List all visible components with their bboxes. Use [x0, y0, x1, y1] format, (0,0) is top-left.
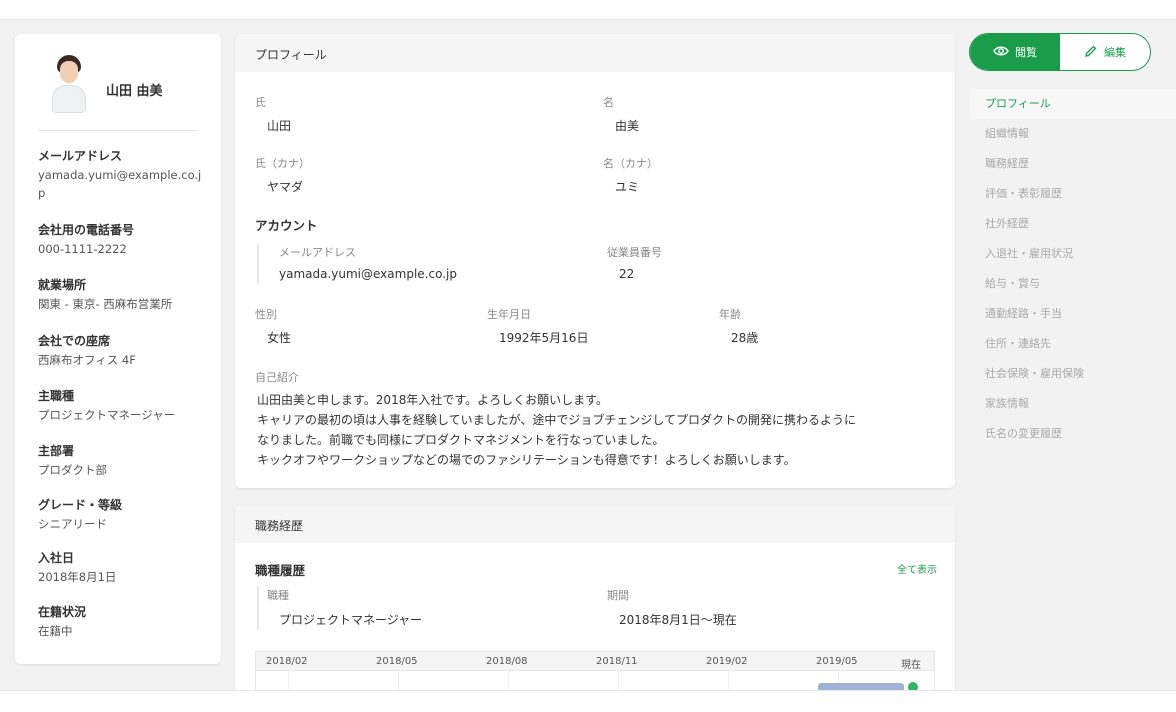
timeline-tick: 2018/11: [596, 656, 638, 667]
profile-card: プロフィール 氏 山田 名 由美 氏（カナ） ヤマダ 名（カナ） ユミ アカウン…: [235, 34, 955, 488]
employee-number-label: 従業員番号: [607, 246, 662, 259]
self-intro-label: 自己紹介: [255, 371, 299, 384]
email-value: yamada.yumi@example.co.jp: [279, 267, 457, 281]
gender-value: 女性: [267, 331, 292, 345]
field-main-job: 主職種 プロジェクトマネージャー: [38, 388, 208, 424]
first-name-value: 由美: [615, 119, 640, 133]
timeline-tick: 現在: [901, 660, 921, 671]
field-seat: 会社での座席 西麻布オフィス 4F: [38, 333, 208, 369]
eye-icon: [993, 45, 1009, 60]
last-name-label: 氏: [255, 96, 266, 109]
account-indent-line: [257, 244, 259, 284]
career-card: 職務経歴 職種履歴 全て表示 職種 プロジェクトマネージャー 期間 2018年8…: [235, 505, 955, 695]
birthday-label: 生年月日: [487, 308, 531, 321]
birthday-value: 1992年5月16日: [499, 331, 589, 345]
email-label: メールアドレス: [279, 246, 356, 259]
self-intro-line: なりました。前職でも同様にプロダクトマネジメントを行なっていました。: [257, 433, 665, 447]
nav-item-evaluation[interactable]: 評価・表彰履歴: [970, 179, 1176, 209]
career-card-header: 職務経歴: [235, 505, 955, 543]
job-value: プロジェクトマネージャー: [279, 613, 423, 627]
field-main-department: 主部署 プロダクト部: [38, 443, 208, 479]
field-value: プロジェクトマネージャー: [38, 408, 176, 422]
field-value: シニアリード: [38, 517, 107, 531]
pencil-icon: [1084, 44, 1098, 61]
timeline-tick: 2018/05: [376, 656, 418, 667]
self-intro-line: キャリアの最初の頃は人事を経験していましたが、途中でジョブチェンジしてプロダクト…: [257, 413, 857, 427]
field-join-date: 入社日 2018年8月1日: [38, 550, 208, 586]
field-email: メールアドレス yamada.yumi@example.co.jp: [38, 148, 208, 202]
nav-item-family[interactable]: 家族情報: [970, 389, 1176, 419]
field-grade: グレード・等級 シニアリード: [38, 497, 208, 533]
timeline-tick: 2018/08: [486, 656, 528, 667]
job-history-title: 職種履歴: [255, 563, 306, 578]
employee-number-value: 22: [619, 267, 635, 281]
first-kana-label: 名（カナ）: [603, 157, 658, 170]
age-label: 年齢: [719, 308, 741, 321]
nav-item-profile[interactable]: プロフィール: [970, 89, 1176, 119]
bottom-bar: [0, 690, 1176, 712]
self-intro-text: 山田由美と申します。2018年入社です。よろしくお願いします。 キャリアの最初の…: [257, 390, 947, 470]
self-intro-line: キックオフやワークショップなどの場でのファシリテーションも得意です！よろしくお願…: [257, 453, 796, 467]
avatar: [48, 55, 90, 113]
field-value: yamada.yumi@example.co.jp: [38, 168, 202, 200]
field-label: 在籍状況: [38, 605, 87, 619]
field-status: 在籍状況 在籍中: [38, 604, 208, 640]
last-kana-label: 氏（カナ）: [255, 157, 310, 170]
timeline-tick: 2019/05: [816, 656, 858, 667]
field-value: 関東 - 東京- 西麻布営業所: [38, 297, 173, 311]
account-section-title: アカウント: [255, 218, 318, 233]
timeline-tick: 2019/02: [706, 656, 748, 667]
nav-item-name-history[interactable]: 氏名の変更履歴: [970, 419, 1176, 449]
top-bar: [0, 0, 1176, 20]
field-label: 就業場所: [38, 278, 87, 292]
field-label: 主部署: [38, 444, 75, 458]
last-name-value: 山田: [267, 119, 292, 133]
field-label: 会社用の電話番号: [38, 223, 135, 237]
field-phone: 会社用の電話番号 000-1111-2222: [38, 222, 208, 258]
job-indent-line: [257, 587, 259, 629]
nav-item-address[interactable]: 住所・連絡先: [970, 329, 1176, 359]
view-edit-toggle: 閲覧 編集: [969, 33, 1151, 71]
field-workplace: 就業場所 関東 - 東京- 西麻布営業所: [38, 277, 208, 313]
nav-item-insurance[interactable]: 社会保険・雇用保険: [970, 359, 1176, 389]
job-label: 職種: [267, 589, 289, 602]
field-value: 西麻布オフィス 4F: [38, 353, 136, 367]
first-name-label: 名: [603, 96, 614, 109]
nav-item-employment[interactable]: 入退社・雇用状況: [970, 239, 1176, 269]
self-intro-line: 山田由美と申します。2018年入社です。よろしくお願いします。: [257, 393, 608, 407]
profile-card-header: プロフィール: [235, 34, 955, 72]
gender-label: 性別: [255, 308, 277, 321]
field-value: 在籍中: [38, 624, 73, 638]
field-value: 2018年8月1日: [38, 570, 117, 584]
nav-item-commute[interactable]: 通勤経路・手当: [970, 299, 1176, 329]
period-value: 2018年8月1日〜現在: [619, 613, 737, 627]
age-value: 28歳: [731, 331, 759, 345]
field-value: プロダクト部: [38, 463, 107, 477]
nav-item-career[interactable]: 職務経歴: [970, 149, 1176, 179]
field-value: 000-1111-2222: [38, 242, 127, 256]
nav-item-external-career[interactable]: 社外経歴: [970, 209, 1176, 239]
edit-mode-button[interactable]: 編集: [1060, 34, 1150, 70]
edit-mode-label: 編集: [1104, 46, 1126, 59]
field-label: メールアドレス: [38, 149, 123, 163]
timeline-header: 2018/02 2018/05 2018/08 2018/11 2019/02 …: [255, 651, 935, 671]
view-mode-button[interactable]: 閲覧: [970, 34, 1060, 70]
field-label: 入社日: [38, 551, 75, 565]
field-label: 会社での座席: [38, 334, 111, 348]
employee-name: 山田 由美: [106, 84, 163, 99]
timeline-tick: 2018/02: [266, 656, 308, 667]
last-kana-value: ヤマダ: [267, 180, 304, 194]
field-label: グレード・等級: [38, 498, 123, 512]
view-mode-label: 閲覧: [1015, 46, 1037, 59]
first-kana-value: ユミ: [615, 180, 640, 194]
field-label: 主職種: [38, 389, 75, 403]
nav-item-organization[interactable]: 組織情報: [970, 119, 1176, 149]
show-all-link[interactable]: 全て表示: [897, 561, 937, 576]
section-nav: プロフィール 組織情報 職務経歴 評価・表彰履歴 社外経歴 入退社・雇用状況 給…: [970, 89, 1176, 449]
divider: [38, 130, 198, 131]
nav-item-salary[interactable]: 給与・賞与: [970, 269, 1176, 299]
period-label: 期間: [607, 589, 629, 602]
